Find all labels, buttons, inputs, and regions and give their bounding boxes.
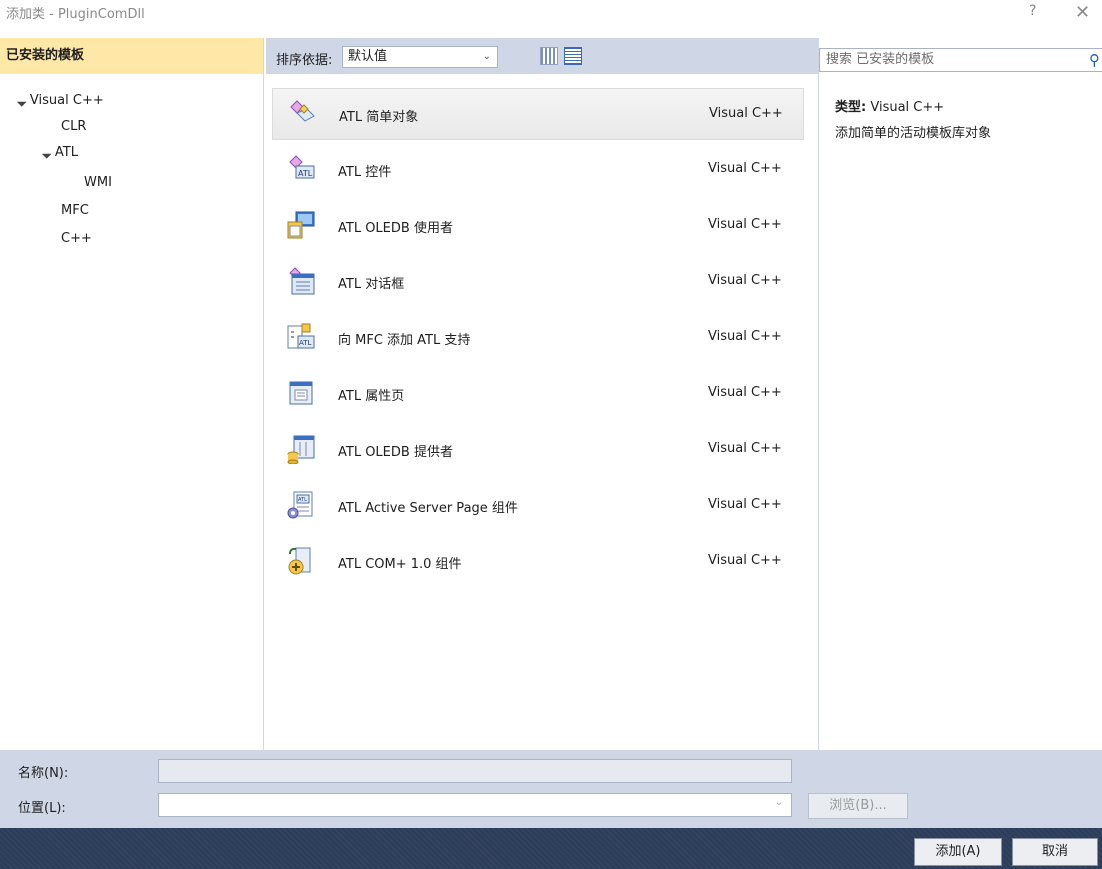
template-language: Visual C++ <box>708 161 782 176</box>
dialog-footer: 添加(A) 取消 <box>0 828 1102 869</box>
chevron-down-icon[interactable]: ⌄ <box>775 797 783 808</box>
details-view-button[interactable] <box>564 47 582 65</box>
template-name: 向 MFC 添加 ATL 支持 <box>338 333 471 348</box>
tree-item-label: ATL <box>54 145 78 160</box>
template-type: 类型: Visual C++ <box>835 96 944 115</box>
template-name: ATL OLEDB 使用者 <box>338 221 453 236</box>
template-row-mfc-atl-support[interactable]: ATL 向 MFC 添加 ATL 支持 Visual C++ <box>272 312 804 364</box>
expanded-triangle-icon[interactable]: ◢ <box>13 93 31 111</box>
tree-item-label: C++ <box>61 231 92 246</box>
search-placeholder: 搜索 已安装的模板 <box>826 52 935 67</box>
sort-dropdown-value: 默认值 <box>348 49 388 64</box>
template-row-atl-control[interactable]: ATL ATL 控件 Visual C++ <box>272 144 804 196</box>
tree-item-wmi[interactable]: WMI <box>84 174 112 192</box>
add-button[interactable]: 添加(A) <box>914 838 1002 866</box>
template-row-oledb-consumer[interactable]: ATL OLEDB 使用者 Visual C++ <box>272 200 804 252</box>
template-row-property-page[interactable]: ATL 属性页 Visual C++ <box>272 368 804 420</box>
sort-dropdown[interactable]: 默认值 ⌄ <box>342 46 498 68</box>
atl-dialog-icon <box>289 267 315 295</box>
tree-item-cpp[interactable]: C++ <box>61 230 92 248</box>
oledb-consumer-icon <box>287 211 315 239</box>
bottom-fields-area: 名称(N): 位置(L): ⌄ 浏览(B)... <box>0 750 1102 828</box>
small-icons-view-button[interactable] <box>540 47 558 65</box>
name-label: 名称(N): <box>18 766 69 781</box>
template-description: 添加简单的活动模板库对象 <box>835 126 992 141</box>
tree-item-label: Visual C++ <box>29 93 104 108</box>
template-language: Visual C++ <box>708 385 782 400</box>
template-name: ATL COM+ 1.0 组件 <box>338 557 462 572</box>
property-page-icon <box>289 381 313 405</box>
chevron-down-icon: ⌄ <box>482 51 491 62</box>
template-row-com-plus-component[interactable]: ATL COM+ 1.0 组件 Visual C++ <box>272 536 804 588</box>
sort-label: 排序依据: <box>276 53 333 68</box>
svg-text:ATL: ATL <box>298 497 307 503</box>
template-language: Visual C++ <box>708 217 782 232</box>
template-details-pane: 搜索 已安装的模板 ⚲ 类型: Visual C++ 添加简单的活动模板库对象 <box>818 38 1102 750</box>
close-button[interactable]: ✕ <box>1075 0 1090 26</box>
template-row-oledb-provider[interactable]: ATL OLEDB 提供者 Visual C++ <box>272 424 804 476</box>
tree-item-mfc[interactable]: MFC <box>61 202 89 220</box>
template-row-atl-simple-object[interactable]: ATL 简单对象 Visual C++ <box>272 88 804 140</box>
tree-item-atl[interactable]: ◢ ATL <box>40 144 78 163</box>
template-row-asp-component[interactable]: ATL ATL Active Server Page 组件 Visual C++ <box>272 480 804 532</box>
oledb-provider-icon <box>287 435 315 464</box>
template-language: Visual C++ <box>708 497 782 512</box>
tree-item-visual-cpp[interactable]: ◢ Visual C++ <box>15 92 104 111</box>
sort-toolbar: 排序依据: 默认值 ⌄ <box>266 38 818 74</box>
mfc-atl-support-icon: ATL <box>287 323 315 349</box>
template-row-atl-dialog[interactable]: ATL 对话框 Visual C++ <box>272 256 804 308</box>
atl-control-icon: ATL <box>289 155 315 179</box>
svg-text:ATL: ATL <box>299 339 312 347</box>
template-name: ATL 控件 <box>338 165 392 180</box>
window-title: 添加类 - PluginComDll <box>6 7 145 22</box>
search-icon[interactable]: ⚲ <box>1089 49 1100 71</box>
installed-templates-pane: 已安装的模板 ◢ Visual C++ CLR ◢ ATL WMI MFC C++ <box>0 38 264 750</box>
expanded-triangle-icon[interactable]: ◢ <box>38 145 56 163</box>
template-name: ATL 属性页 <box>338 389 405 404</box>
asp-component-icon: ATL <box>287 491 313 519</box>
template-name: ATL Active Server Page 组件 <box>338 501 518 516</box>
template-language: Visual C++ <box>708 273 782 288</box>
location-field[interactable]: ⌄ <box>158 793 792 817</box>
tree-item-label: CLR <box>61 119 87 134</box>
browse-button[interactable]: 浏览(B)... <box>808 793 908 819</box>
template-name: ATL 简单对象 <box>339 110 419 125</box>
installed-templates-header: 已安装的模板 <box>0 38 263 74</box>
name-field[interactable] <box>158 759 792 783</box>
com-plus-component-icon <box>288 547 311 575</box>
template-list: ATL 简单对象 Visual C++ ATL ATL 控件 Visual C+… <box>266 74 818 750</box>
atl-simple-object-icon <box>290 100 315 122</box>
template-language: Visual C++ <box>708 553 782 568</box>
title-bar: 添加类 - PluginComDll ? ✕ <box>0 0 1102 34</box>
template-name: ATL 对话框 <box>338 277 405 292</box>
template-language: Visual C++ <box>708 329 782 344</box>
cancel-button[interactable]: 取消 <box>1012 838 1098 866</box>
type-value: Visual C++ <box>870 100 945 115</box>
template-language: Visual C++ <box>708 441 782 456</box>
type-label: 类型: <box>835 100 867 115</box>
tree-item-clr[interactable]: CLR <box>61 118 86 136</box>
svg-text:ATL: ATL <box>298 169 313 178</box>
template-search-input[interactable]: 搜索 已安装的模板 ⚲ <box>819 48 1102 72</box>
template-name: ATL OLEDB 提供者 <box>338 445 453 460</box>
help-button[interactable]: ? <box>1029 3 1036 19</box>
template-language: Visual C++ <box>709 106 783 121</box>
tree-item-label: WMI <box>84 175 112 190</box>
location-label: 位置(L): <box>18 801 66 816</box>
tree-item-label: MFC <box>61 203 89 218</box>
